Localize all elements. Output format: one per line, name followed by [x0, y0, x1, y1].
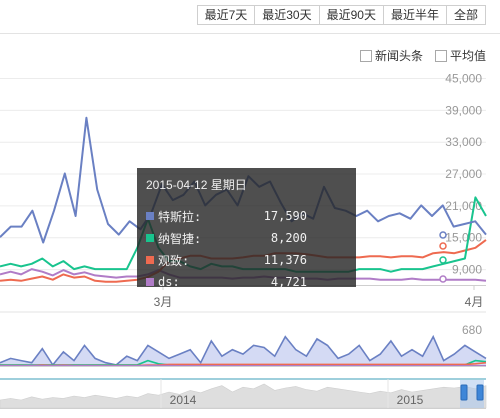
tooltip-name-qoros: 观致 [158, 253, 183, 268]
x-tick-label: 3月 [154, 295, 173, 309]
navigator-year-label: 2014 [170, 393, 197, 407]
navigator-handle-left [460, 384, 468, 401]
y-tick-label: 45,000 [445, 72, 482, 86]
y-tick-label: 27,000 [445, 167, 482, 181]
navigator-handle-right [476, 384, 484, 401]
tooltip-swatch-ds [146, 278, 154, 286]
hover-marker [439, 242, 447, 250]
tooltip-date: 2015-04-12 星期日 [146, 178, 247, 192]
tooltip-value-tesla: 17,590 [263, 209, 307, 223]
tooltip-name-tesla: 特斯拉 [158, 209, 195, 224]
y-tick-label: 33,000 [445, 135, 482, 149]
lower-area-特斯拉 [0, 336, 486, 366]
hover-marker [439, 275, 447, 283]
y-tick-label: 39,000 [445, 103, 482, 117]
tooltip-row-qoros: 观致: 11,376 [146, 249, 347, 271]
tooltip-row-luxgen: 纳智捷: 8,200 [146, 227, 347, 249]
tooltip-value-ds: 4,721 [270, 275, 307, 289]
y-tick-label: 9,000 [452, 263, 482, 277]
x-tick-label: 4月 [465, 295, 484, 309]
tooltip-row-tesla: 特斯拉: 17,590 [146, 205, 347, 227]
tooltip-swatch-tesla [146, 212, 154, 220]
tooltip-name-luxgen: 纳智捷 [158, 231, 195, 246]
tooltip-value-qoros: 11,376 [263, 253, 307, 267]
chart-tooltip: 2015-04-12 星期日 特斯拉: 17,590 纳智捷: 8,200 观致… [137, 168, 356, 289]
tooltip-swatch-luxgen [146, 234, 154, 242]
tooltip-value-luxgen: 8,200 [270, 231, 307, 245]
tooltip-swatch-qoros [146, 256, 154, 264]
hover-marker [439, 256, 447, 264]
navigator-year-label: 2015 [397, 393, 424, 407]
tooltip-name-ds: ds [158, 275, 173, 289]
y-tick-label: 15,000 [445, 231, 482, 245]
tooltip-row-ds: ds: 4,721 [146, 271, 347, 293]
hover-marker [439, 231, 447, 239]
lower-panel-y-tick: 680 [462, 323, 482, 337]
